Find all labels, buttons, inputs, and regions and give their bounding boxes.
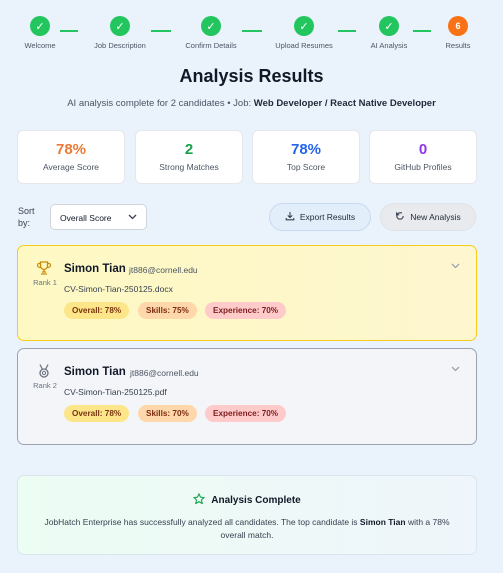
analysis-complete-panel: Analysis Complete JobHatch Enterprise ha… [17, 475, 477, 555]
experience-score-badge: Experience: 70% [205, 302, 287, 319]
page-title: Analysis Results [179, 66, 324, 86]
analysis-complete-message: JobHatch Enterprise has successfully ana… [37, 516, 457, 542]
stat-average-score: 78% Average Score [17, 130, 125, 184]
export-results-button[interactable]: Export Results [269, 203, 371, 231]
star-icon [193, 493, 205, 508]
analysis-complete-heading: Analysis Complete [18, 493, 476, 508]
export-results-label: Export Results [299, 212, 356, 222]
stat-strong-matches: 2 Strong Matches [135, 130, 243, 184]
stat-value: 0 [418, 141, 428, 158]
stat-value: 78% [55, 141, 87, 158]
step-confirm-details[interactable]: ✓ Confirm Details [176, 16, 246, 50]
message-text: JobHatch Enterprise has successfully ana… [44, 517, 358, 527]
subtitle-text: AI analysis complete for 2 candidates • … [67, 98, 252, 109]
experience-score-badge: Experience: 70% [205, 405, 287, 422]
refresh-icon [395, 211, 405, 223]
job-title: Web Developer / React Native Developer [253, 98, 436, 109]
candidate-card[interactable]: Rank 1 Simon Tian jt886@cornell.edu CV-S… [17, 245, 477, 341]
step-results[interactable]: 6 Results [423, 16, 493, 50]
overall-score-badge: Overall: 78% [64, 405, 130, 422]
stat-value: 2 [184, 141, 194, 158]
check-icon: ✓ [30, 16, 50, 36]
stat-label: Strong Matches [159, 162, 219, 172]
new-analysis-button[interactable]: New Analysis [380, 203, 476, 231]
resume-filename: CV-Simon-Tian-250125.docx [64, 284, 173, 294]
stat-label: Top Score [286, 162, 326, 172]
step-upload-resumes[interactable]: ✓ Upload Resumes [269, 16, 339, 50]
trophy-icon [36, 260, 52, 276]
step-number-badge: 6 [448, 16, 468, 36]
download-icon [285, 211, 295, 223]
stat-value: 78% [290, 141, 322, 158]
stat-github-profiles: 0 GitHub Profiles [369, 130, 477, 184]
rank-label: Rank 1 [33, 278, 57, 287]
medal-icon [36, 363, 52, 379]
stat-top-score: 78% Top Score [252, 130, 360, 184]
sort-select[interactable]: Overall Score [50, 204, 147, 230]
step-label: Upload Resumes [275, 41, 333, 50]
check-icon: ✓ [110, 16, 130, 36]
sort-selected-value: Overall Score [60, 213, 112, 223]
progress-stepper: ✓ Welcome ✓ Job Description ✓ Confirm De… [0, 16, 503, 50]
new-analysis-label: New Analysis [410, 212, 461, 222]
step-label: Welcome [24, 41, 56, 50]
check-icon: ✓ [294, 16, 314, 36]
chevron-down-icon[interactable] [451, 364, 460, 374]
skills-score-badge: Skills: 70% [138, 405, 197, 422]
candidate-card[interactable]: Rank 2 Simon Tian jt886@cornell.edu CV-S… [17, 348, 477, 445]
chevron-down-icon[interactable] [451, 261, 460, 271]
step-ai-analysis[interactable]: ✓ AI Analysis [354, 16, 424, 50]
candidate-email: jt886@cornell.edu [129, 265, 198, 275]
top-candidate-name: Simon Tian [359, 517, 406, 527]
candidate-name: Simon Tian [64, 366, 126, 378]
resume-filename: CV-Simon-Tian-250125.pdf [64, 387, 167, 397]
chevron-down-icon [128, 213, 137, 222]
skills-score-badge: Skills: 75% [138, 302, 197, 319]
candidate-name: Simon Tian [64, 263, 126, 275]
step-label: Results [445, 41, 471, 50]
stat-label: GitHub Profiles [394, 162, 452, 172]
check-icon: ✓ [201, 16, 221, 36]
check-icon: ✓ [379, 16, 399, 36]
stat-label: Average Score [42, 162, 100, 172]
step-label: Job Description [94, 41, 146, 50]
step-label: AI Analysis [370, 41, 408, 50]
analysis-complete-title: Analysis Complete [211, 495, 301, 506]
sort-label: Sort by: [18, 206, 35, 228]
step-welcome[interactable]: ✓ Welcome [5, 16, 75, 50]
page-subtitle: AI analysis complete for 2 candidates • … [0, 98, 503, 109]
step-job-description[interactable]: ✓ Job Description [85, 16, 155, 50]
step-label: Confirm Details [185, 41, 237, 50]
candidate-email: jt886@cornell.edu [130, 368, 199, 378]
rank-label: Rank 2 [33, 381, 57, 390]
overall-score-badge: Overall: 78% [64, 302, 130, 319]
